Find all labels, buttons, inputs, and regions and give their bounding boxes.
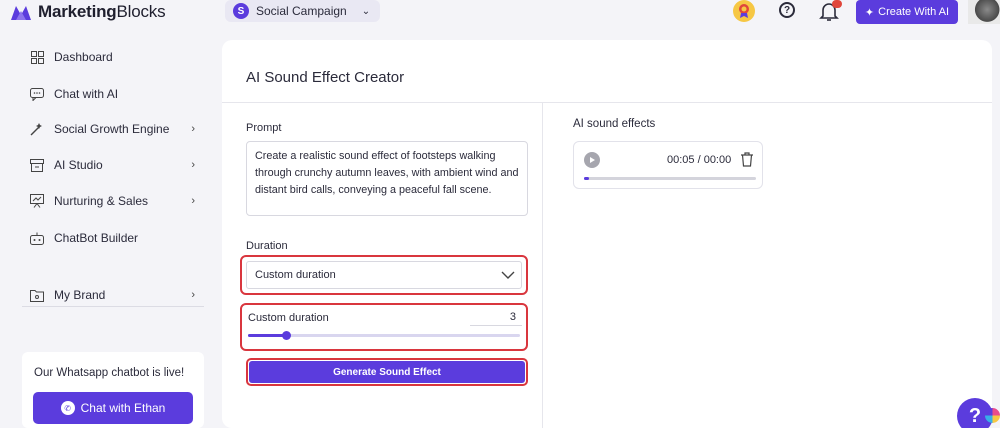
trash-icon[interactable]	[740, 152, 754, 167]
generate-sound-effect-button[interactable]: Generate Sound Effect	[249, 361, 525, 383]
presentation-icon	[30, 194, 44, 208]
generate-highlight: Generate Sound Effect	[246, 358, 528, 386]
folder-icon	[30, 288, 44, 302]
prompt-textarea[interactable]: Create a realistic sound effect of foots…	[246, 141, 528, 216]
award-badge-icon[interactable]	[733, 0, 755, 22]
results-title: AI sound effects	[573, 118, 656, 130]
brand-name: MarketingBlocks	[38, 2, 166, 21]
notification-dot	[832, 0, 842, 8]
header-divider	[222, 102, 992, 103]
help-icon[interactable]: ?	[779, 2, 795, 18]
avatar[interactable]	[968, 0, 1000, 24]
storefront-icon	[30, 158, 44, 172]
duration-select[interactable]: Custom duration	[246, 261, 522, 289]
chevron-down-icon	[501, 271, 515, 279]
audio-time: 00:05 / 00:00	[667, 154, 732, 166]
sidebar-item-chat-with-ai[interactable]: Chat with AI	[30, 87, 195, 101]
column-divider	[542, 102, 543, 428]
whatsapp-icon: ✆	[60, 401, 75, 415]
custom-duration-label: Custom duration	[248, 312, 329, 324]
sidebar-item-my-brand[interactable]: My Brand ›	[30, 288, 195, 302]
whatsapp-promo-card: Our Whatsapp chatbot is live! ✆ Chat wit…	[22, 352, 204, 428]
grid-icon	[30, 50, 44, 64]
brand[interactable]: MarketingBlocks	[10, 0, 166, 24]
campaign-avatar: S	[233, 3, 249, 19]
medal-icon	[739, 4, 749, 18]
chevron-right-icon: ›	[191, 195, 195, 207]
chevron-right-icon: ›	[191, 289, 195, 301]
create-with-ai-button[interactable]: ✦ Create With AI	[856, 0, 958, 24]
audio-player: 00:05 / 00:00	[573, 141, 763, 189]
prompt-label: Prompt	[246, 122, 282, 134]
sidebar-item-dashboard[interactable]: Dashboard	[30, 50, 195, 64]
sidebar-item-ai-studio[interactable]: AI Studio ›	[30, 158, 195, 172]
magic-wand-icon: ✦	[864, 6, 875, 19]
top-bar: MarketingBlocks S Social Campaign ⌄ ? ✦ …	[0, 0, 1000, 24]
campaign-name: Social Campaign	[256, 4, 347, 18]
audio-progress-bar[interactable]	[584, 177, 756, 180]
campaign-switcher[interactable]: S Social Campaign ⌄	[225, 0, 381, 22]
sidebar-item-chatbot-builder[interactable]: ChatBot Builder	[30, 231, 195, 245]
promo-text: Our Whatsapp chatbot is live!	[34, 367, 185, 379]
audio-progress-fill	[584, 177, 590, 180]
chat-with-ethan-button[interactable]: ✆ Chat with Ethan	[33, 392, 193, 424]
slider-fill	[248, 334, 287, 337]
duration-highlight: Custom duration	[240, 255, 528, 295]
custom-duration-input[interactable]: 3	[470, 308, 522, 326]
chevron-right-icon: ›	[191, 159, 195, 171]
slider-thumb[interactable]	[282, 331, 292, 340]
magic-wand-icon	[30, 122, 44, 136]
sidebar-item-social-growth-engine[interactable]: Social Growth Engine ›	[30, 122, 195, 136]
sidebar-divider	[22, 306, 204, 307]
chat-icon	[30, 87, 44, 101]
custom-duration-highlight: Custom duration 3	[240, 303, 528, 351]
duration-label: Duration	[246, 240, 288, 252]
sidebar-item-nurturing-sales[interactable]: Nurturing & Sales ›	[30, 194, 195, 208]
brand-logo-icon	[11, 6, 31, 20]
robot-icon	[30, 231, 44, 245]
page-title: AI Sound Effect Creator	[246, 69, 405, 86]
play-icon[interactable]	[584, 152, 600, 168]
duration-slider[interactable]	[248, 331, 520, 340]
chevron-down-icon: ⌄	[361, 5, 371, 17]
chevron-right-icon: ›	[191, 123, 195, 135]
main-panel: AI Sound Effect Creator Prompt Create a …	[222, 40, 992, 428]
chat-widget-badge-icon	[985, 408, 1000, 423]
